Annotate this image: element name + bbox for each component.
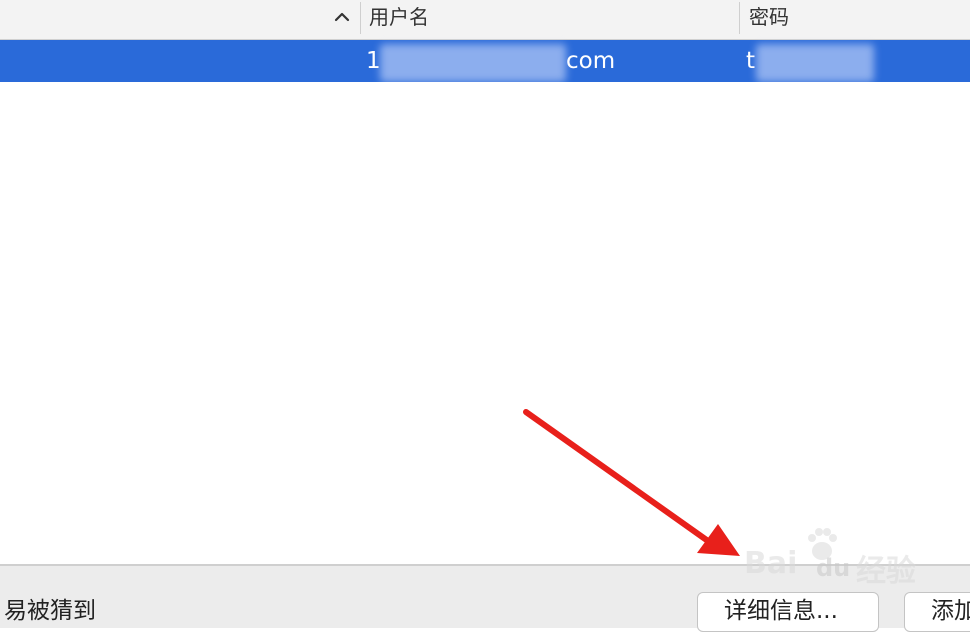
column-header-password[interactable]: 密码 [749, 4, 789, 30]
username-cell-start: 1 [366, 48, 381, 74]
watermark-du: du [816, 554, 851, 582]
add-button[interactable]: 添加 [904, 592, 970, 632]
password-hint-text: 易被猜到 [4, 598, 96, 624]
username-redaction [380, 44, 566, 82]
column-header-username[interactable]: 用户名 [369, 4, 429, 30]
username-cell-end: com [566, 48, 616, 74]
watermark-bai: Bai [744, 546, 798, 581]
list-empty-area[interactable] [0, 82, 970, 564]
password-redaction [756, 44, 874, 82]
details-button[interactable]: 详细信息... [697, 592, 879, 632]
table-header: 用户名 密码 [0, 0, 970, 40]
password-cell-start: t [746, 48, 756, 74]
column-divider[interactable] [739, 2, 740, 34]
sort-ascending-icon[interactable] [332, 8, 352, 26]
table-row[interactable]: 1 com t [0, 40, 970, 82]
baidu-watermark: Bai du 经验 [744, 522, 920, 589]
column-divider[interactable] [360, 2, 361, 34]
watermark-jingyan: 经验 [856, 554, 916, 589]
